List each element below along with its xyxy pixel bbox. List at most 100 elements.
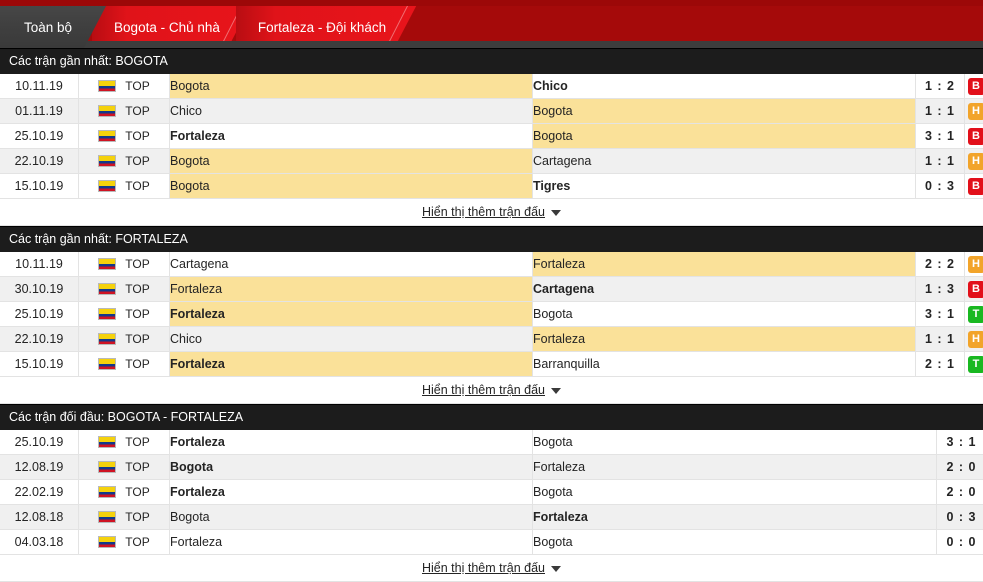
show-more-matches-link[interactable]: Hiển thị thêm trận đấu [422, 383, 545, 397]
league-inner: TOP [79, 282, 169, 296]
status-badge: B [968, 281, 983, 298]
league-cell[interactable]: TOP [79, 99, 170, 124]
table-row[interactable]: 22.02.19TOPFortalezaBogota2 : 0 [0, 480, 983, 505]
home-team[interactable]: Cartagena [170, 252, 533, 277]
league-cell[interactable]: TOP [79, 277, 170, 302]
league-cell[interactable]: TOP [79, 530, 170, 555]
table-row[interactable]: 12.08.19TOPBogotaFortaleza2 : 0 [0, 455, 983, 480]
league-code: TOP [125, 460, 149, 474]
match-table-head-to-head: 25.10.19TOPFortalezaBogota3 : 112.08.19T… [0, 430, 983, 555]
colombia-flag-icon [98, 130, 116, 142]
league-inner: TOP [79, 535, 169, 549]
home-team[interactable]: Fortaleza [170, 277, 533, 302]
chevron-down-icon[interactable] [551, 388, 561, 394]
away-team[interactable]: Fortaleza [533, 252, 916, 277]
match-date: 04.03.18 [0, 530, 79, 555]
away-team[interactable]: Cartagena [533, 149, 916, 174]
table-row[interactable]: 01.11.19TOPChicoBogota1 : 1H [0, 99, 983, 124]
home-team[interactable]: Bogota [170, 505, 533, 530]
league-cell[interactable]: TOP [79, 174, 170, 199]
match-score: 2 : 2 [916, 252, 965, 277]
table-row[interactable]: 15.10.19TOPFortalezaBarranquilla2 : 1T [0, 352, 983, 377]
away-team[interactable]: Bogota [533, 124, 916, 149]
home-team[interactable]: Bogota [170, 174, 533, 199]
league-inner: TOP [79, 357, 169, 371]
match-date: 30.10.19 [0, 277, 79, 302]
show-more-row-head-to-head: Hiển thị thêm trận đấu [0, 555, 983, 582]
table-row[interactable]: 10.11.19TOPBogotaChico1 : 2B [0, 74, 983, 99]
league-code: TOP [125, 179, 149, 193]
league-cell[interactable]: TOP [79, 124, 170, 149]
tab-bar-underline [0, 41, 983, 48]
league-cell[interactable]: TOP [79, 480, 170, 505]
league-cell[interactable]: TOP [79, 352, 170, 377]
league-cell[interactable]: TOP [79, 430, 170, 455]
table-row[interactable]: 15.10.19TOPBogotaTigres0 : 3B [0, 174, 983, 199]
home-team[interactable]: Fortaleza [170, 124, 533, 149]
league-cell[interactable]: TOP [79, 327, 170, 352]
league-cell[interactable]: TOP [79, 74, 170, 99]
match-date: 15.10.19 [0, 174, 79, 199]
tab-label: Bogota - Chủ nhà [114, 20, 220, 35]
league-cell[interactable]: TOP [79, 302, 170, 327]
colombia-flag-icon [98, 358, 116, 370]
match-score: 3 : 1 [916, 124, 965, 149]
home-team[interactable]: Bogota [170, 74, 533, 99]
league-code: TOP [125, 79, 149, 93]
table-row[interactable]: 30.10.19TOPFortalezaCartagena1 : 3B [0, 277, 983, 302]
match-date: 15.10.19 [0, 352, 79, 377]
away-team[interactable]: Bogota [533, 430, 937, 455]
result-badge-cell: H [965, 327, 983, 352]
league-cell[interactable]: TOP [79, 505, 170, 530]
home-team[interactable]: Chico [170, 327, 533, 352]
league-code: TOP [125, 535, 149, 549]
home-team[interactable]: Fortaleza [170, 480, 533, 505]
chevron-down-icon[interactable] [551, 210, 561, 216]
home-team[interactable]: Fortaleza [170, 530, 533, 555]
league-inner: TOP [79, 179, 169, 193]
league-inner: TOP [79, 307, 169, 321]
match-score: 0 : 0 [937, 530, 983, 555]
home-team[interactable]: Bogota [170, 455, 533, 480]
away-team[interactable]: Bogota [533, 480, 937, 505]
home-team[interactable]: Chico [170, 99, 533, 124]
colombia-flag-icon [98, 436, 116, 448]
home-team[interactable]: Fortaleza [170, 352, 533, 377]
match-sections: Các trận gần nhất: BOGOTA10.11.19TOPBogo… [0, 48, 983, 582]
table-row[interactable]: 22.10.19TOPBogotaCartagena1 : 1H [0, 149, 983, 174]
away-team[interactable]: Tigres [533, 174, 916, 199]
table-row[interactable]: 25.10.19TOPFortalezaBogota3 : 1T [0, 302, 983, 327]
show-more-row-recent-fortaleza: Hiển thị thêm trận đấu [0, 377, 983, 404]
table-row[interactable]: 22.10.19TOPChicoFortaleza1 : 1H [0, 327, 983, 352]
away-team[interactable]: Bogota [533, 99, 916, 124]
away-team[interactable]: Barranquilla [533, 352, 916, 377]
chevron-down-icon[interactable] [551, 566, 561, 572]
match-score: 3 : 1 [937, 430, 983, 455]
table-row[interactable]: 12.08.18TOPBogotaFortaleza0 : 3 [0, 505, 983, 530]
league-cell[interactable]: TOP [79, 149, 170, 174]
away-team[interactable]: Cartagena [533, 277, 916, 302]
home-team[interactable]: Fortaleza [170, 302, 533, 327]
table-row[interactable]: 10.11.19TOPCartagenaFortaleza2 : 2H [0, 252, 983, 277]
away-team[interactable]: Chico [533, 74, 916, 99]
tab-label: Toàn bộ [24, 20, 72, 35]
league-inner: TOP [79, 104, 169, 118]
colombia-flag-icon [98, 511, 116, 523]
away-team[interactable]: Bogota [533, 302, 916, 327]
home-team[interactable]: Fortaleza [170, 430, 533, 455]
table-row[interactable]: 04.03.18 TOP FortalezaBogota0 : 0 [0, 530, 983, 555]
league-inner: TOP [79, 332, 169, 346]
league-cell[interactable]: TOP [79, 455, 170, 480]
away-team[interactable]: Fortaleza [533, 327, 916, 352]
league-cell[interactable]: TOP [79, 252, 170, 277]
result-badge-cell: H [965, 149, 983, 174]
show-more-matches-link[interactable]: Hiển thị thêm trận đấu [422, 561, 545, 575]
table-row[interactable]: 25.10.19TOPFortalezaBogota3 : 1B [0, 124, 983, 149]
table-row[interactable]: 25.10.19TOPFortalezaBogota3 : 1 [0, 430, 983, 455]
result-badge-cell: T [965, 302, 983, 327]
show-more-matches-link[interactable]: Hiển thị thêm trận đấu [422, 205, 545, 219]
away-team[interactable]: Fortaleza [533, 455, 937, 480]
away-team[interactable]: Bogota [533, 530, 937, 555]
home-team[interactable]: Bogota [170, 149, 533, 174]
away-team[interactable]: Fortaleza [533, 505, 937, 530]
